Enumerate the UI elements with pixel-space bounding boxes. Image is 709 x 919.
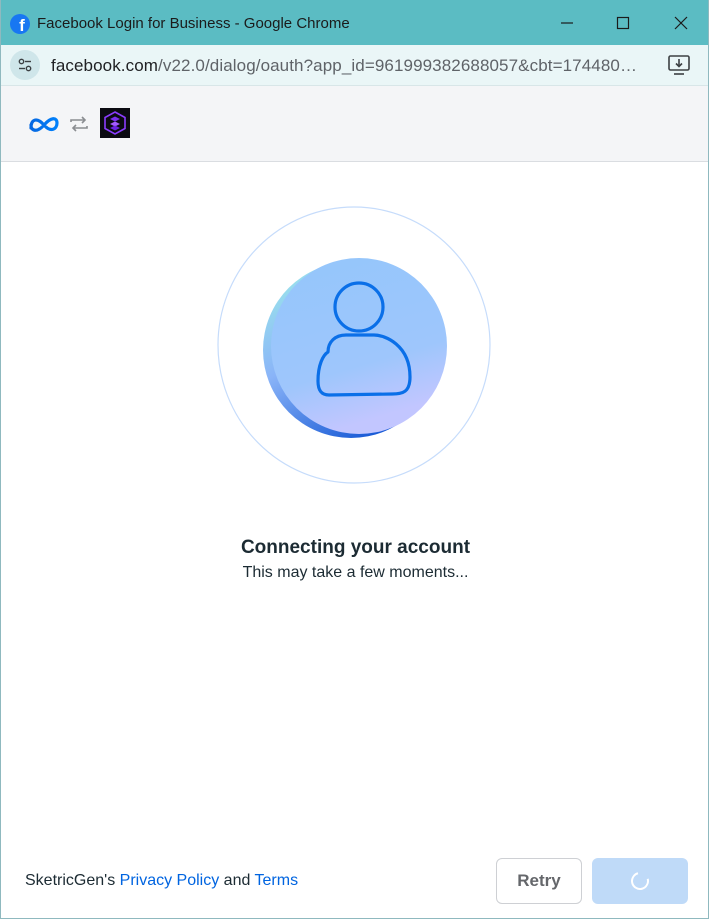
window-title: Facebook Login for Business - Google Chr… — [37, 15, 350, 32]
sketricgen-app-logo — [100, 108, 130, 138]
install-app-icon[interactable] — [667, 54, 691, 76]
url-path: /v22.0/dialog/oauth?app_id=9619993826880… — [158, 56, 638, 75]
minimize-icon — [561, 22, 573, 24]
address-bar[interactable]: facebook.com/v22.0/dialog/oauth?app_id=9… — [1, 45, 708, 86]
tune-icon — [18, 58, 32, 72]
site-info-button[interactable] — [10, 50, 40, 80]
facebook-icon: f — [10, 14, 30, 34]
policy-footer: SketricGen's Privacy Policy and Terms — [25, 872, 298, 890]
minimize-button[interactable] — [552, 8, 582, 38]
status-subheading: This may take a few moments... — [242, 564, 469, 581]
footer-prefix: SketricGen's — [25, 872, 120, 889]
swap-arrows-icon — [70, 116, 88, 132]
status-heading: Connecting your account — [240, 537, 471, 558]
meta-logo — [29, 117, 59, 132]
continue-button-loading[interactable] — [592, 858, 688, 904]
maximize-button[interactable] — [608, 8, 638, 38]
loading-spinner-icon — [627, 868, 653, 894]
terms-link[interactable]: Terms — [255, 872, 299, 889]
close-button[interactable] — [666, 8, 696, 38]
title-bar[interactable]: f Facebook Login for Business - Google C… — [1, 0, 708, 45]
account-avatar-illustration — [217, 205, 492, 485]
sketricgen-icon — [104, 111, 126, 135]
close-icon — [674, 16, 688, 30]
person-icon — [217, 206, 491, 484]
browser-window: f Facebook Login for Business - Google C… — [0, 0, 709, 919]
maximize-icon — [616, 16, 630, 30]
dialog-header — [1, 86, 708, 162]
retry-button[interactable]: Retry — [496, 858, 582, 904]
footer-and-text: and — [219, 872, 255, 889]
url-host: facebook.com — [51, 56, 159, 75]
privacy-policy-link[interactable]: Privacy Policy — [120, 872, 220, 889]
url-field[interactable]: facebook.com/v22.0/dialog/oauth?app_id=9… — [51, 56, 637, 76]
